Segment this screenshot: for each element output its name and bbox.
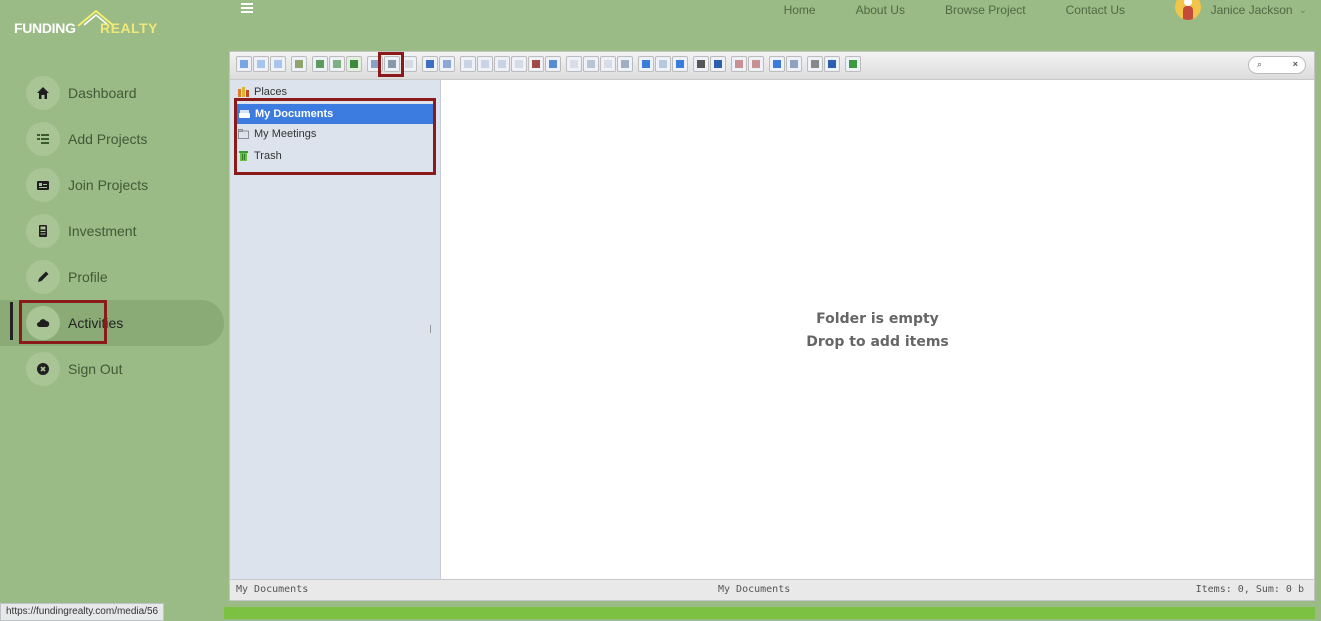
- brand-realty: REALTY: [100, 20, 158, 36]
- status-right: Items: 0, Sum: 0 b: [1195, 584, 1304, 595]
- activities-highlight: [19, 300, 107, 344]
- fullscreen-icon[interactable]: [845, 56, 861, 72]
- help-icon[interactable]: [824, 56, 840, 72]
- file-list-area[interactable]: Folder is empty Drop to add items: [441, 80, 1314, 580]
- id-card-icon: [26, 168, 60, 202]
- places-icon[interactable]: [786, 56, 802, 72]
- home-folder-icon[interactable]: [291, 56, 307, 72]
- avatar-body: [1182, 6, 1193, 20]
- paste-icon[interactable]: [494, 56, 510, 72]
- sidebar-item-investment[interactable]: Investment: [0, 208, 224, 254]
- user-menu[interactable]: Janice Jackson ⌄: [1174, 0, 1307, 20]
- up-icon[interactable]: [270, 56, 286, 72]
- info-icon[interactable]: [710, 56, 726, 72]
- nav-link-contact-us[interactable]: Contact Us: [1066, 2, 1125, 18]
- rename-icon[interactable]: [566, 56, 582, 72]
- grid-view-icon[interactable]: [638, 56, 654, 72]
- power-icon: [26, 352, 60, 386]
- nav-link-browse-project[interactable]: Browse Project: [945, 2, 1026, 18]
- hamburger-icon[interactable]: [238, 2, 256, 16]
- sidebar-item-label: Investment: [68, 223, 137, 239]
- calculator-icon: [26, 214, 60, 248]
- duplicate-icon[interactable]: [511, 56, 527, 72]
- clear-search-icon[interactable]: ×: [1293, 59, 1298, 69]
- cut-icon[interactable]: [477, 56, 493, 72]
- active-indicator: [10, 302, 13, 340]
- empty-line-1: Folder is empty: [816, 311, 939, 327]
- sidebar-item-dashboard[interactable]: Dashboard: [0, 70, 224, 116]
- empty-line-2: Drop to add items: [806, 334, 949, 350]
- places-folder-icon: [238, 87, 249, 97]
- empty-icon[interactable]: [545, 56, 561, 72]
- search-input[interactable]: ⌕ ×: [1248, 56, 1306, 74]
- nav-link-home[interactable]: Home: [784, 2, 816, 18]
- status-url: https://fundingrealty.com/media/56: [0, 603, 165, 621]
- brand-logo[interactable]: FUNDING REALTY: [14, 9, 174, 40]
- user-name[interactable]: Janice Jackson: [1211, 3, 1293, 17]
- top-bar: FUNDING REALTY Home About Us Browse Proj…: [0, 0, 1321, 44]
- status-center: My Documents: [718, 584, 791, 595]
- copy-icon[interactable]: [460, 56, 476, 72]
- reload-icon[interactable]: [312, 56, 328, 72]
- sidebar-item-join-projects[interactable]: Join Projects: [0, 162, 224, 208]
- save-icon[interactable]: [346, 56, 362, 72]
- columns-view-icon[interactable]: [672, 56, 688, 72]
- status-left: My Documents: [236, 584, 309, 595]
- sidebar-item-add-projects[interactable]: Add Projects: [0, 116, 224, 162]
- delete-icon[interactable]: [528, 56, 544, 72]
- sidebar-item-label: Profile: [68, 269, 108, 285]
- search-icon: ⌕: [1257, 59, 1263, 69]
- home-icon: [26, 76, 60, 110]
- icon-view-icon[interactable]: [655, 56, 671, 72]
- sidebar-item-sign-out[interactable]: Sign Out: [0, 346, 224, 392]
- new-folder-icon[interactable]: [329, 56, 345, 72]
- top-nav-links: Home About Us Browse Project Contact Us: [744, 2, 1125, 18]
- footer-bar: [224, 607, 1315, 619]
- sidebar-item-profile[interactable]: Profile: [0, 254, 224, 300]
- back-icon[interactable]: [236, 56, 252, 72]
- forward-icon[interactable]: [253, 56, 269, 72]
- extract-icon[interactable]: [617, 56, 633, 72]
- sidebar-item-label: Sign Out: [68, 361, 123, 377]
- undo-icon[interactable]: [422, 56, 438, 72]
- sidebar-item-label: Dashboard: [68, 85, 137, 101]
- avatar[interactable]: [1174, 0, 1201, 20]
- sidebar-item-label: Join Projects: [68, 177, 149, 193]
- resize-icon[interactable]: [600, 56, 616, 72]
- pencil-icon: [26, 260, 60, 294]
- sort-desc-icon[interactable]: [748, 56, 764, 72]
- settings-icon[interactable]: [807, 56, 823, 72]
- status-bar: My Documents My Documents Items: 0, Sum:…: [230, 579, 1314, 600]
- empty-folder-message: Folder is empty Drop to add items: [441, 308, 1314, 354]
- page-scrollbar[interactable]: [1315, 44, 1321, 619]
- list-icon: [26, 122, 60, 156]
- brand-funding: FUNDING: [14, 20, 76, 36]
- tree-items-highlight: [234, 98, 436, 175]
- sort-asc-icon[interactable]: [731, 56, 747, 72]
- tree-resize-handle[interactable]: [430, 325, 431, 333]
- list-view-icon[interactable]: [769, 56, 785, 72]
- redo-icon[interactable]: [439, 56, 455, 72]
- nav-link-about-us[interactable]: About Us: [856, 2, 905, 18]
- chevron-down-icon[interactable]: ⌄: [1299, 5, 1307, 16]
- edit-icon[interactable]: [583, 56, 599, 72]
- sidebar-item-label: Add Projects: [68, 131, 148, 147]
- preview-icon[interactable]: [693, 56, 709, 72]
- tree-item-label: Places: [254, 86, 288, 98]
- save-button-highlight: [378, 52, 404, 77]
